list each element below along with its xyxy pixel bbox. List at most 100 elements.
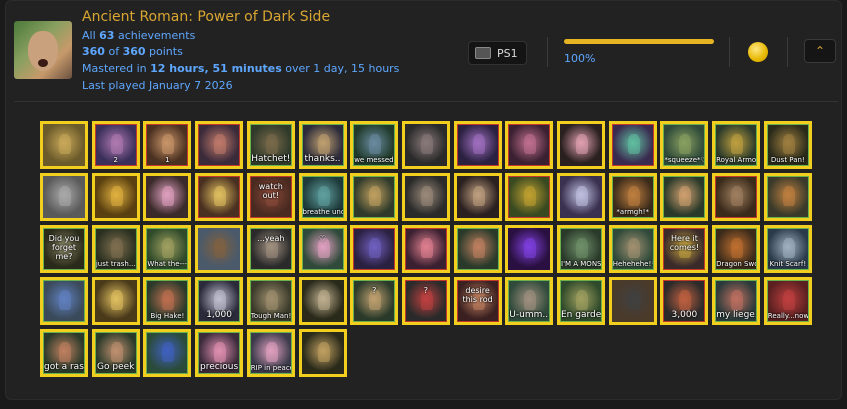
achievement-badge[interactable]: 3,000: [660, 277, 709, 325]
achievement-badge[interactable]: Here it comes!: [660, 225, 709, 273]
achievement-badge[interactable]: Tough Man!: [246, 277, 295, 325]
achievement-badge[interactable]: [298, 329, 347, 377]
achievement-badge[interactable]: [298, 277, 347, 325]
achievement-badge[interactable]: U-umm...: [505, 277, 554, 325]
badge-figure: [627, 290, 640, 310]
badge-figure: [782, 134, 795, 154]
achievement-badge[interactable]: ...yeah: [246, 225, 295, 273]
points-total: 360: [122, 45, 146, 58]
achievement-badge[interactable]: we messed up: [350, 121, 399, 169]
achievement-badge[interactable]: [401, 225, 450, 273]
achievement-badge[interactable]: I'M A MONSTER!: [557, 225, 605, 273]
badge-art: [560, 176, 602, 218]
achievement-badge[interactable]: Big Hake!: [143, 277, 192, 325]
achievement-badge[interactable]: [608, 121, 657, 169]
achievement-badge[interactable]: ♡: [298, 225, 347, 273]
badge-caption: *armgh!*: [616, 208, 649, 216]
achievement-badge[interactable]: [505, 121, 554, 169]
badge-figure: [369, 134, 382, 154]
badge-art: [198, 176, 241, 218]
achievement-badge[interactable]: [608, 277, 657, 325]
achievement-badge[interactable]: [453, 173, 502, 221]
achievement-badge[interactable]: [763, 173, 812, 221]
mastered-suffix: over 1 day, 15 hours: [281, 62, 400, 75]
achievement-badge[interactable]: [91, 173, 140, 221]
game-cover-image[interactable]: [14, 21, 72, 79]
achievement-badge[interactable]: [401, 121, 450, 169]
badge-caption: Go peek: [97, 362, 135, 372]
achievement-badge[interactable]: [453, 121, 502, 169]
badge-art: [404, 176, 447, 218]
achievement-badge[interactable]: [195, 173, 244, 221]
achievement-badge[interactable]: Hatchet!: [246, 121, 295, 169]
achievement-badge[interactable]: ?: [350, 277, 399, 325]
achievement-badge[interactable]: 2: [91, 121, 140, 169]
points-suffix: points: [145, 45, 183, 58]
achievement-badge[interactable]: got a rash: [40, 329, 88, 377]
badge-caption: I'M A MONSTER!: [561, 260, 601, 268]
achievement-badge[interactable]: [91, 277, 140, 325]
achievement-badge[interactable]: Dust Pan!: [763, 121, 812, 169]
badge-figure: [524, 134, 537, 154]
achievement-badge[interactable]: En garde!: [557, 277, 605, 325]
badge-figure: [110, 290, 123, 310]
achievement-badge[interactable]: [143, 329, 192, 377]
achievement-badge[interactable]: [195, 225, 244, 273]
badge-art: [198, 124, 241, 166]
achievement-badge[interactable]: [350, 173, 399, 221]
achievement-badge[interactable]: Knit Scarf!: [763, 225, 812, 273]
badge-art: [353, 228, 396, 270]
badge-figure: [731, 290, 744, 310]
achievement-badge[interactable]: [143, 173, 192, 221]
achievement-badge[interactable]: Dragon Sword!: [712, 225, 761, 273]
badge-figure: [627, 238, 640, 258]
collapse-button[interactable]: ⌃: [804, 39, 836, 63]
achievement-badge[interactable]: [660, 173, 709, 221]
achievement-badge[interactable]: [350, 225, 399, 273]
achievement-badge[interactable]: [195, 121, 244, 169]
achievement-badge[interactable]: just trash...: [91, 225, 140, 273]
badge-caption: just trash...: [95, 260, 136, 268]
achievement-badge[interactable]: *armgh!*: [608, 173, 657, 221]
achievement-badge[interactable]: 1: [143, 121, 192, 169]
badge-art: desire this rod: [456, 280, 499, 322]
achievement-badge[interactable]: Did you forget me?: [40, 225, 88, 273]
achievement-badge[interactable]: my liege...: [712, 277, 761, 325]
badge-caption: thanks..: [304, 154, 341, 164]
achievement-badge[interactable]: [453, 225, 502, 273]
achievement-badge[interactable]: [712, 173, 761, 221]
game-title[interactable]: Ancient Roman: Power of Dark Side: [82, 9, 330, 25]
divider: [787, 37, 788, 67]
achievement-badge[interactable]: desire this rod: [453, 277, 502, 325]
badge-caption: ♡: [318, 234, 327, 243]
achievement-badge[interactable]: [40, 277, 88, 325]
achievement-badge[interactable]: [557, 121, 605, 169]
achievement-badge[interactable]: [557, 173, 605, 221]
achievement-badge-grid: 2 1 Hatchet! thanks.. we messed up *squeeze*♡…: [37, 118, 815, 379]
achievement-badge[interactable]: breathe underwater: [298, 173, 347, 221]
achievement-badge[interactable]: What the---?: [143, 225, 192, 273]
mastery-medal-icon: [748, 42, 768, 62]
completion-progress-bar: [564, 39, 714, 44]
achievement-badge[interactable]: 1,000: [195, 277, 244, 325]
badge-art: U-umm...: [508, 280, 551, 322]
achievement-badge[interactable]: [505, 225, 554, 273]
achievement-badge[interactable]: [40, 121, 88, 169]
badge-art: we messed up: [353, 124, 396, 166]
achievement-badge[interactable]: watch out!: [246, 173, 295, 221]
badge-figure: [782, 186, 795, 206]
achievement-badge[interactable]: Hehehehe!♡: [608, 225, 657, 273]
achievement-badge[interactable]: Go peek: [91, 329, 140, 377]
achievement-badge[interactable]: thanks..: [298, 121, 347, 169]
achievement-badge[interactable]: RIP in peace!: [246, 329, 295, 377]
achievement-badge[interactable]: ?: [401, 277, 450, 325]
achievement-badge[interactable]: [401, 173, 450, 221]
badge-art: Tough Man!: [249, 280, 292, 322]
badge-art: Dragon Sword!: [715, 228, 758, 270]
achievement-badge[interactable]: [505, 173, 554, 221]
achievement-badge[interactable]: precious: [195, 329, 244, 377]
achievement-badge[interactable]: *squeeze*♡: [660, 121, 709, 169]
achievement-badge[interactable]: [40, 173, 88, 221]
achievement-badge[interactable]: Really...now...: [763, 277, 812, 325]
achievement-badge[interactable]: Royal Armor!: [712, 121, 761, 169]
